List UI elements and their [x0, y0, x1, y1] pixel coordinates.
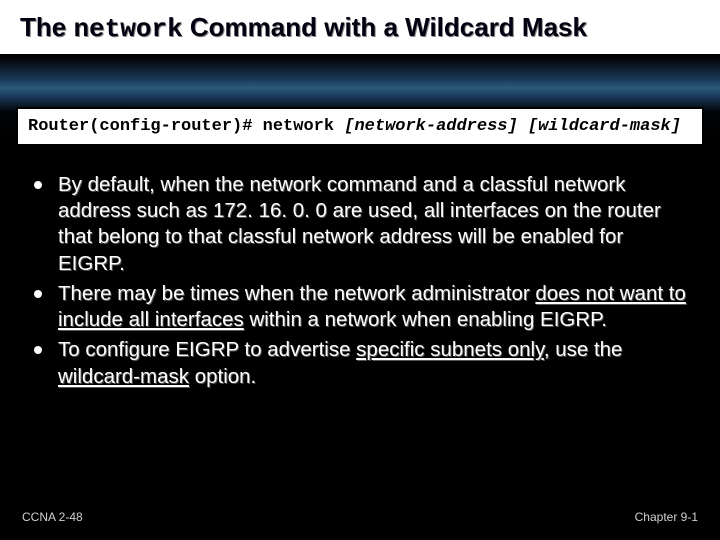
- bullet-icon: [34, 346, 42, 354]
- list-item: To configure EIGRP to advertise specific…: [30, 337, 690, 389]
- bullet-icon: [34, 290, 42, 298]
- list-item: There may be times when the network admi…: [30, 281, 690, 333]
- bullet-icon: [34, 181, 42, 189]
- footer-right: Chapter 9-1: [635, 510, 698, 524]
- text-run: within a network when enabling EIGRP.: [244, 308, 607, 331]
- bullet-list: By default, when the network command and…: [30, 172, 690, 390]
- command-args: [network-address] [wildcard-mask]: [344, 117, 681, 136]
- list-item: By default, when the network command and…: [30, 172, 690, 277]
- content-area: By default, when the network command and…: [0, 146, 720, 390]
- text-run: There may be times when the network admi…: [58, 282, 535, 305]
- command-box: Router(config-router)# network [network-…: [16, 107, 704, 146]
- text-run: By default, when the network command and…: [58, 173, 661, 275]
- title-pre: The: [20, 12, 73, 42]
- slide-title: The network Command with a Wildcard Mask: [0, 0, 720, 54]
- gradient-band: [0, 57, 720, 113]
- command-prompt: Router(config-router)# network: [28, 117, 344, 136]
- text-run: To configure EIGRP to advertise: [58, 338, 356, 361]
- title-post: Command with a Wildcard Mask: [183, 12, 587, 42]
- text-run: , use the: [544, 338, 623, 361]
- text-run: wildcard-mask: [58, 365, 189, 388]
- footer: CCNA 2-48 Chapter 9-1: [0, 510, 720, 524]
- footer-left: CCNA 2-48: [22, 510, 83, 524]
- title-mono: network: [73, 14, 182, 44]
- text-run: option.: [189, 365, 256, 388]
- text-run: specific subnets only: [356, 338, 544, 361]
